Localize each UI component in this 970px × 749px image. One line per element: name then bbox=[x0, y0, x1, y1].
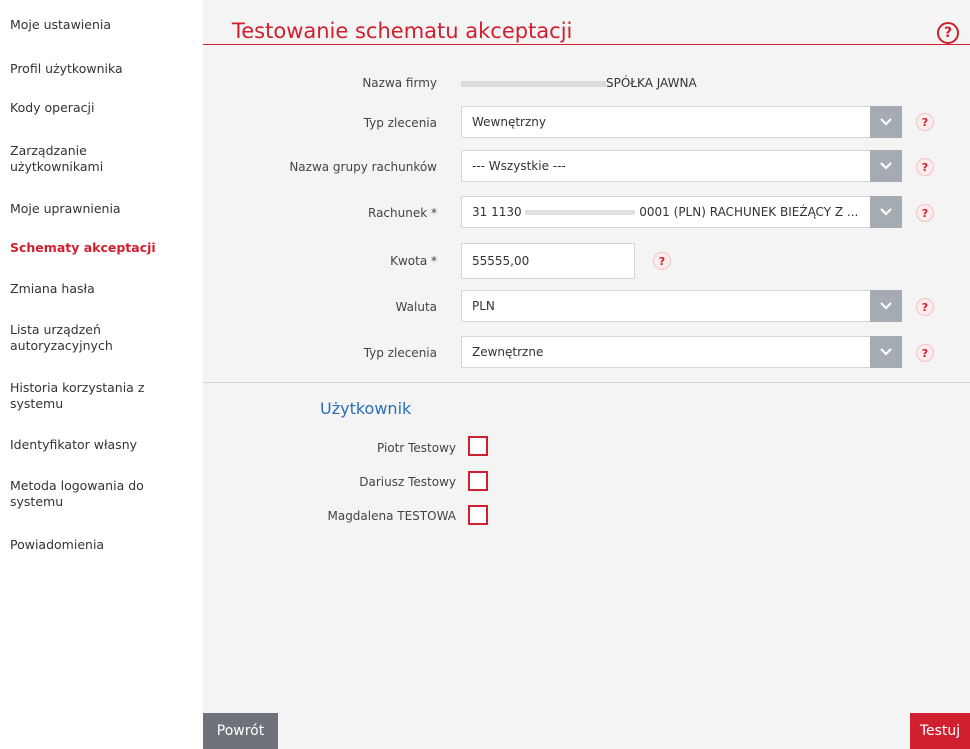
account-label: Rachunek * bbox=[368, 206, 437, 220]
help-icon[interactable]: ? bbox=[916, 204, 934, 222]
sidebar-item-kody-operacji[interactable]: Kody operacji bbox=[10, 100, 195, 116]
order-type-value: Wewnętrzny bbox=[472, 115, 546, 129]
currency-value: PLN bbox=[472, 299, 495, 313]
sidebar-item-zmiana-hasla[interactable]: Zmiana hasła bbox=[10, 281, 195, 297]
account-select[interactable]: 31 1130 0001 (PLN) RACHUNEK BIEŻĄCY Z ..… bbox=[461, 196, 902, 228]
chevron-down-icon[interactable] bbox=[870, 196, 902, 228]
chevron-down-icon[interactable] bbox=[870, 290, 902, 322]
back-button[interactable]: Powrót bbox=[203, 713, 278, 749]
user-checkbox[interactable] bbox=[468, 505, 488, 525]
sidebar-item-profil[interactable]: Profil użytkownika bbox=[10, 61, 195, 77]
user-checkbox[interactable] bbox=[468, 436, 488, 456]
help-icon[interactable]: ? bbox=[916, 158, 934, 176]
order-type2-value: Zewnętrzne bbox=[472, 345, 544, 359]
title-underline bbox=[203, 44, 970, 45]
sidebar: Moje ustawienia Profil użytkownika Kody … bbox=[0, 0, 200, 749]
user-label: Piotr Testowy bbox=[377, 441, 456, 455]
main-panel: Testowanie schematu akceptacji ? Nazwa f… bbox=[203, 0, 970, 749]
company-value: SPÓŁKA JAWNA bbox=[461, 76, 697, 90]
users-section-title: Użytkownik bbox=[320, 399, 412, 418]
sidebar-item-metoda-logowania[interactable]: Metoda logowania do systemu bbox=[10, 478, 195, 510]
account-prefix: 31 1130 bbox=[472, 205, 522, 219]
order-type-select[interactable]: Wewnętrzny bbox=[461, 106, 902, 138]
sidebar-item-identyfikator[interactable]: Identyfikator własny bbox=[10, 437, 195, 453]
sidebar-item-moje-uprawnienia[interactable]: Moje uprawnienia bbox=[10, 201, 195, 217]
order-type2-label: Typ zlecenia bbox=[363, 346, 437, 360]
redacted-mask bbox=[461, 80, 606, 87]
help-icon[interactable]: ? bbox=[916, 298, 934, 316]
sidebar-item-historia[interactable]: Historia korzystania z systemu bbox=[10, 380, 195, 412]
account-value: 31 1130 0001 (PLN) RACHUNEK BIEŻĄCY Z ..… bbox=[472, 197, 862, 227]
sidebar-item-lista-urzadzen[interactable]: Lista urządzeń autoryzacyjnych bbox=[10, 322, 195, 354]
page-title: Testowanie schematu akceptacji bbox=[232, 19, 573, 43]
company-name: SPÓŁKA JAWNA bbox=[606, 76, 697, 90]
account-group-label: Nazwa grupy rachunków bbox=[289, 160, 437, 174]
section-divider bbox=[203, 382, 970, 383]
amount-label: Kwota * bbox=[390, 254, 437, 268]
account-group-value: --- Wszystkie --- bbox=[472, 159, 566, 173]
help-icon[interactable]: ? bbox=[653, 252, 671, 270]
sidebar-item-moje-ustawienia[interactable]: Moje ustawienia bbox=[10, 17, 195, 33]
chevron-down-icon[interactable] bbox=[870, 150, 902, 182]
user-label: Magdalena TESTOWA bbox=[327, 509, 456, 523]
user-checkbox[interactable] bbox=[468, 471, 488, 491]
sidebar-item-zarzadzanie[interactable]: Zarządzanie użytkownikami bbox=[10, 143, 195, 175]
chevron-down-icon[interactable] bbox=[870, 106, 902, 138]
company-label: Nazwa firmy bbox=[362, 76, 437, 90]
help-icon[interactable]: ? bbox=[937, 22, 959, 44]
sidebar-item-schematy-akceptacji[interactable]: Schematy akceptacji bbox=[10, 240, 195, 256]
account-group-select[interactable]: --- Wszystkie --- bbox=[461, 150, 902, 182]
user-label: Dariusz Testowy bbox=[359, 475, 456, 489]
amount-input[interactable]: 55555,00 bbox=[461, 243, 635, 279]
test-button[interactable]: Testuj bbox=[910, 713, 970, 749]
chevron-down-icon[interactable] bbox=[870, 336, 902, 368]
account-suffix: 0001 (PLN) RACHUNEK BIEŻĄCY Z ... bbox=[639, 205, 859, 219]
order-type2-select[interactable]: Zewnętrzne bbox=[461, 336, 902, 368]
order-type-label: Typ zlecenia bbox=[363, 116, 437, 130]
currency-label: Waluta bbox=[395, 300, 437, 314]
sidebar-item-powiadomienia[interactable]: Powiadomienia bbox=[10, 537, 195, 553]
help-icon[interactable]: ? bbox=[916, 344, 934, 362]
redacted-mask bbox=[525, 210, 636, 215]
currency-select[interactable]: PLN bbox=[461, 290, 902, 322]
help-icon[interactable]: ? bbox=[916, 113, 934, 131]
